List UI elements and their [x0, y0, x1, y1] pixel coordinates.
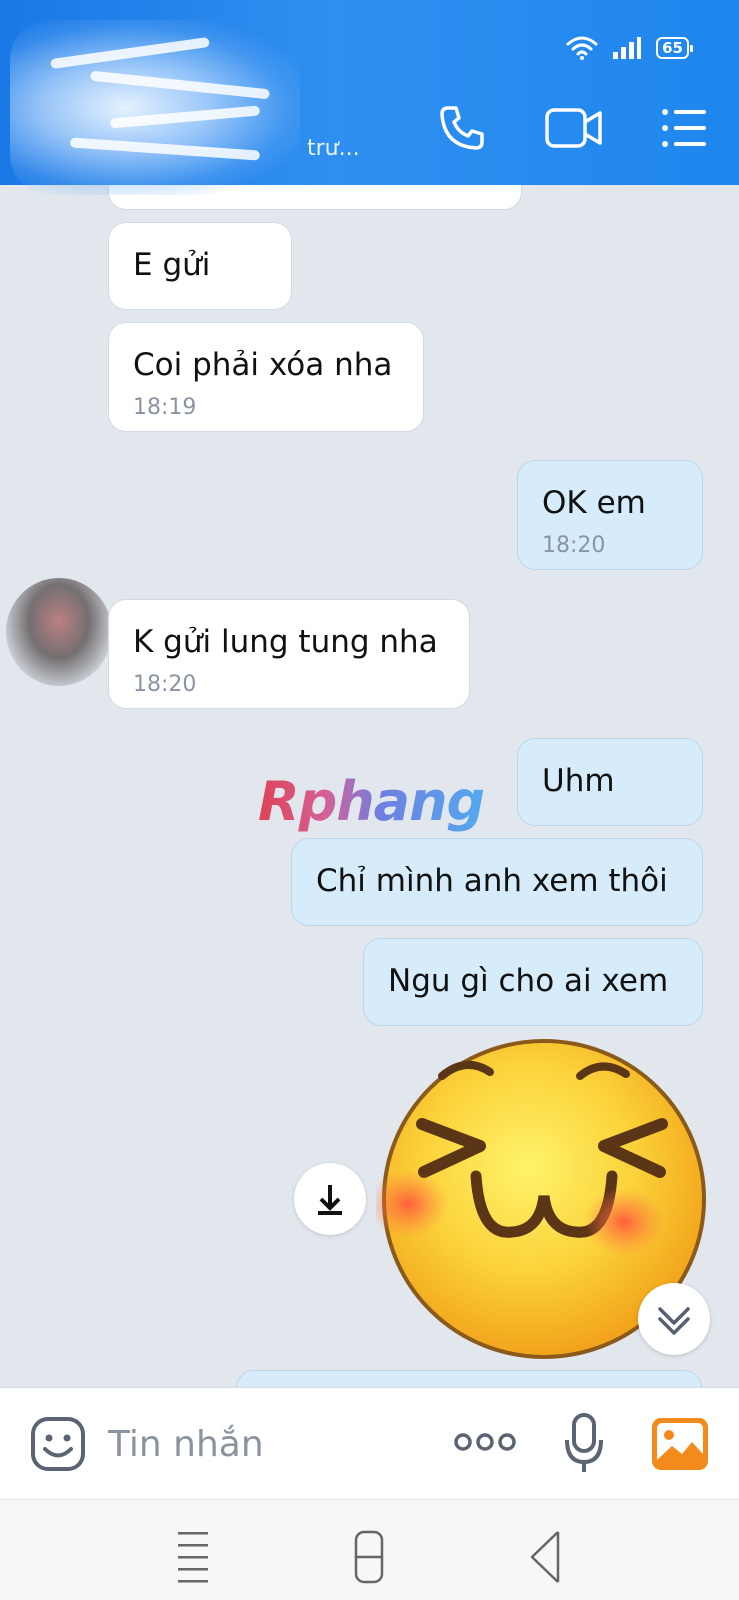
message-bubble[interactable]: Uhm — [517, 738, 703, 826]
microphone-icon[interactable] — [564, 1412, 604, 1474]
battery-indicator: 65 — [656, 37, 693, 59]
phone-icon[interactable] — [438, 104, 486, 152]
message-bubble[interactable]: Chỉ mình anh xem thôi — [291, 838, 703, 926]
image-gallery-icon[interactable] — [652, 1418, 708, 1470]
message-time: 18:19 — [133, 395, 197, 420]
back-icon[interactable] — [530, 1530, 560, 1584]
scroll-to-bottom-button[interactable] — [638, 1283, 710, 1355]
double-chevron-down-icon — [658, 1307, 690, 1335]
message-text: K gửi lung tung nha — [133, 624, 438, 660]
status-bar: 65 — [566, 36, 693, 60]
menu-list-icon[interactable] — [660, 104, 708, 152]
more-options-icon[interactable] — [454, 1430, 516, 1454]
recent-apps-icon[interactable] — [178, 1530, 208, 1584]
message-text: Coi phải xóa nha — [133, 347, 393, 383]
wifi-icon — [566, 36, 598, 60]
signal-icon — [613, 37, 642, 59]
message-time: 18:20 — [133, 672, 197, 697]
message-text: Uhm — [542, 763, 615, 799]
contact-avatar[interactable] — [6, 578, 112, 686]
system-navigation-bar — [0, 1499, 739, 1600]
contact-status: trư... — [307, 136, 360, 161]
message-text: Chỉ mình anh xem thôi — [316, 863, 668, 899]
message-bubble[interactable]: Ngu gì cho ai xem — [363, 938, 703, 1026]
message-bubble[interactable]: Coi phải xóa nha 18:19 — [108, 322, 424, 432]
message-bubble[interactable]: OK em 18:20 — [517, 460, 703, 570]
emoji-icon[interactable] — [30, 1416, 86, 1472]
message-bubble[interactable]: K gửi lung tung nha 18:20 — [108, 599, 470, 709]
download-icon — [318, 1185, 342, 1215]
home-icon[interactable] — [354, 1530, 384, 1584]
contact-name-redacted — [10, 20, 300, 195]
message-bubble[interactable]: E gửi — [108, 222, 292, 310]
download-button[interactable] — [294, 1163, 366, 1235]
message-input[interactable]: Tin nhắn — [108, 1424, 264, 1465]
message-text: E gửi — [133, 247, 211, 283]
video-call-icon[interactable] — [544, 104, 604, 152]
message-text: OK em — [542, 485, 646, 521]
message-text: Ngu gì cho ai xem — [388, 963, 669, 999]
message-input-bar: Tin nhắn — [0, 1387, 739, 1499]
message-time: 18:20 — [542, 533, 606, 558]
watermark-logo: Rphang — [258, 770, 485, 833]
chat-header: trư... 65 — [0, 0, 739, 195]
